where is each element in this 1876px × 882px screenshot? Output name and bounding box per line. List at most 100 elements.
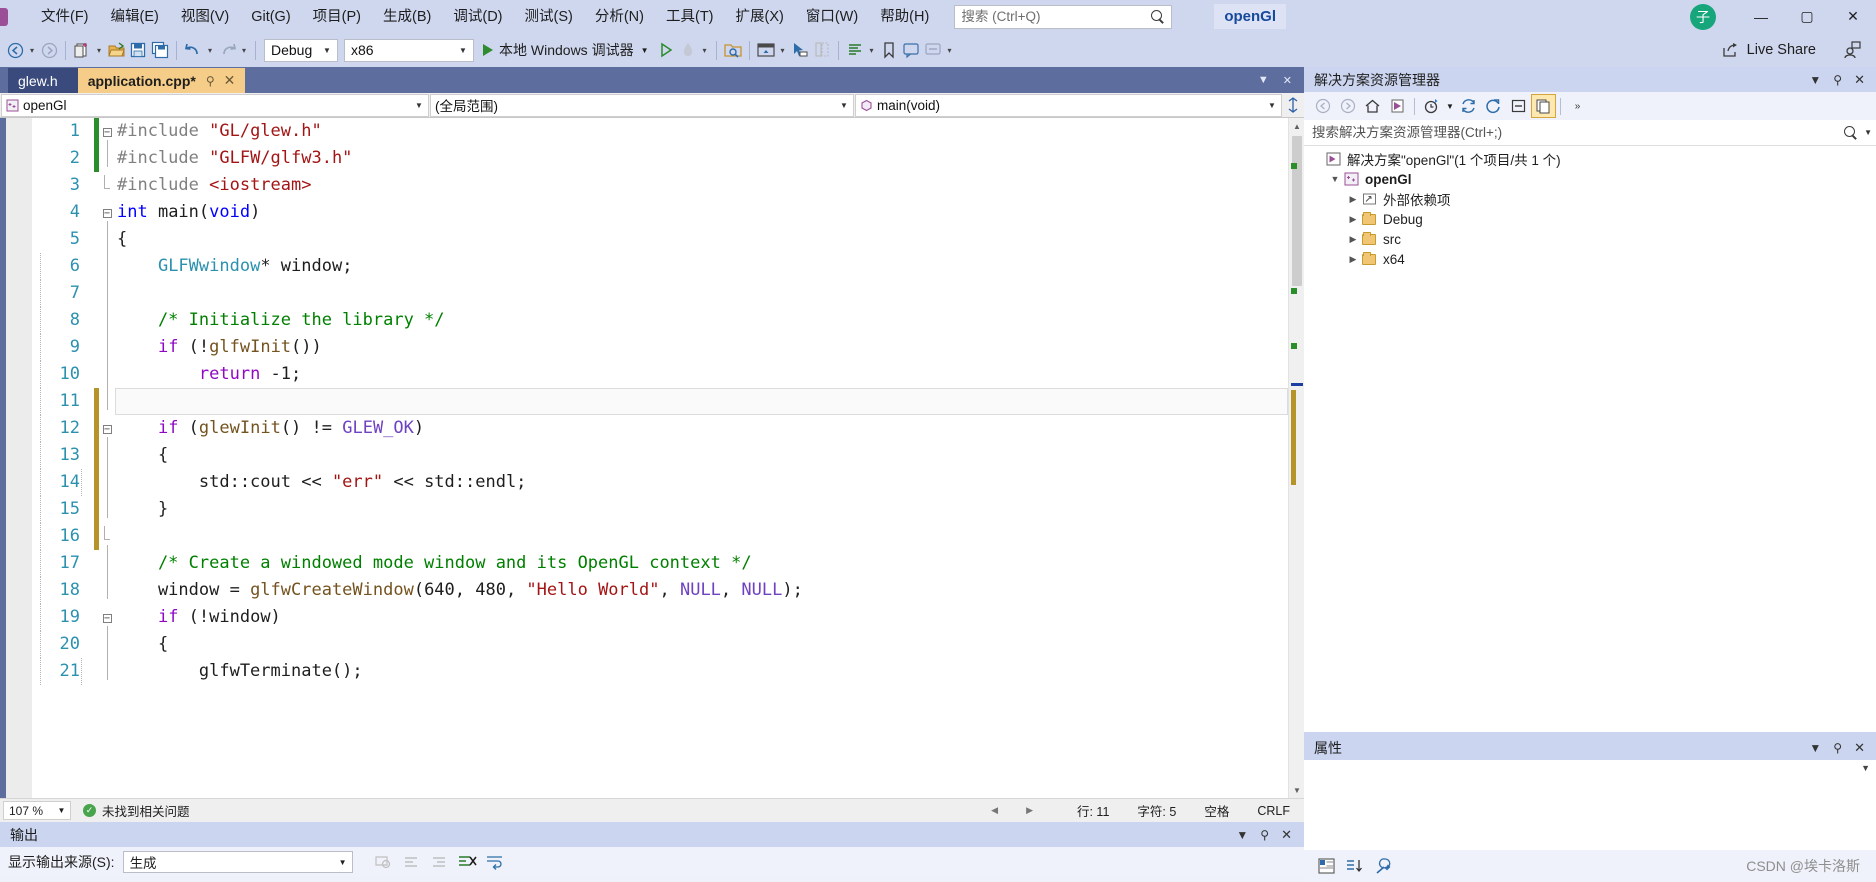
close-icon[interactable]: ✕ [1848, 72, 1871, 88]
menu-item-4[interactable]: 项目(P) [302, 3, 372, 31]
menu-item-6[interactable]: 调试(D) [442, 3, 513, 31]
show-all-files-icon[interactable] [1531, 94, 1556, 118]
editor-vertical-scrollbar[interactable]: ▲ ▼ [1288, 118, 1304, 798]
collapse-all-icon[interactable] [1506, 94, 1531, 118]
open-folder-search-icon[interactable] [722, 38, 744, 62]
hscroll-right-icon[interactable]: ▶ [1012, 805, 1063, 816]
toggle-word-wrap-icon[interactable] [481, 850, 509, 874]
code-line[interactable]: 14 std::cout << "err" << std::endl; [32, 464, 1288, 496]
go-to-next-icon[interactable] [425, 850, 453, 874]
scroll-up-icon[interactable]: ▲ [1289, 118, 1304, 134]
tree-item-solution[interactable]: 解决方案"openGl"(1 个项目/共 1 个) [1304, 149, 1876, 169]
panel-menu-icon[interactable]: ▼ [1803, 741, 1827, 755]
menu-item-11[interactable]: 窗口(W) [795, 3, 869, 31]
code-text-region[interactable]: 1− #include "GL/glew.h" 2 #include "GLFW/gl… [32, 118, 1288, 798]
menu-item-8[interactable]: 分析(N) [584, 3, 655, 31]
hot-reload-icon[interactable] [677, 38, 699, 62]
uncomment-icon[interactable] [922, 38, 944, 62]
comment-icon[interactable] [900, 38, 922, 62]
window-layout-icon[interactable] [755, 38, 777, 62]
menu-item-0[interactable]: 文件(F) [30, 3, 100, 31]
solution-tree[interactable]: 解决方案"openGl"(1 个项目/共 1 个) ▼ openGl ▶ 外部依赖项 ▶ D… [1304, 146, 1876, 732]
home-icon[interactable] [1360, 94, 1385, 118]
sync-icon[interactable] [1456, 94, 1481, 118]
window-layout-dropdown-icon[interactable]: ▾ [777, 38, 789, 62]
redo-icon[interactable] [216, 38, 238, 62]
pin-icon[interactable]: ⚲ [1254, 828, 1275, 842]
pin-icon[interactable]: ⚲ [1827, 73, 1848, 87]
code-line[interactable]: 16 [32, 523, 1288, 550]
scroll-down-icon[interactable]: ▼ [1289, 782, 1304, 798]
menu-item-7[interactable]: 测试(S) [514, 3, 584, 31]
solution-configuration-combo[interactable]: Debug ▼ [264, 38, 338, 62]
code-line[interactable]: 18 window = glfwCreateWindow (640, 480, "… [32, 572, 1288, 604]
zoom-level-combo[interactable]: 107 % ▼ [3, 801, 71, 820]
solution-platform-combo[interactable]: x86 ▼ [344, 38, 474, 62]
close-group-icon[interactable]: ✕ [1276, 74, 1299, 87]
find-message-icon[interactable] [369, 850, 397, 874]
properties-object-row[interactable]: ▼ [1304, 760, 1876, 850]
menu-item-9[interactable]: 工具(T) [655, 3, 725, 31]
pin-icon[interactable]: ⚲ [206, 74, 215, 88]
tree-item-dependencies[interactable]: ▶ 外部依赖项 [1304, 189, 1876, 209]
pin-icon[interactable]: ⚲ [1827, 741, 1848, 755]
document-tab-1[interactable]: application.cpp* ⚲ ✕ [77, 68, 246, 93]
tree-item-folder[interactable]: ▶ src [1304, 229, 1876, 249]
code-line[interactable]: 2 #include "GLFW/glfw3.h" [32, 140, 1288, 172]
solution-explorer-search-box[interactable]: ▼ [1304, 120, 1876, 146]
bookmark-icon[interactable] [878, 38, 900, 62]
pending-changes-dropdown-icon[interactable]: ▼ [1444, 94, 1456, 118]
navigate-back-icon[interactable] [4, 38, 26, 62]
close-button[interactable]: ✕ [1830, 0, 1876, 33]
code-line[interactable]: 1− #include "GL/glew.h" [32, 118, 1288, 145]
hscroll-left-icon[interactable]: ◀ [977, 805, 1012, 816]
expander-collapsed-icon[interactable]: ▶ [1346, 234, 1360, 245]
properties-wrench-icon[interactable] [1368, 853, 1396, 879]
code-line[interactable]: 20 { [32, 626, 1288, 658]
undo-icon[interactable] [182, 38, 204, 62]
minimize-button[interactable]: — [1738, 0, 1784, 33]
toolbar-overflow-icon[interactable]: » [1565, 94, 1590, 118]
undo-dropdown-icon[interactable]: ▾ [204, 38, 216, 62]
close-icon[interactable]: ✕ [224, 72, 236, 89]
forward-icon[interactable] [1335, 94, 1360, 118]
expander-collapsed-icon[interactable]: ▶ [1346, 194, 1360, 205]
search-input[interactable] [961, 9, 1152, 24]
code-line[interactable]: 21 glfwTerminate(); [32, 653, 1288, 685]
code-line[interactable]: 17 /* Create a windowed mode window and … [32, 545, 1288, 577]
text-lines-icon[interactable] [844, 38, 866, 62]
navbar-member-combo[interactable]: main(void) ▼ [855, 93, 1282, 117]
menu-item-1[interactable]: 编辑(E) [100, 3, 170, 31]
pending-changes-icon[interactable] [1419, 94, 1444, 118]
start-without-debugging-icon[interactable] [655, 38, 677, 62]
menu-item-3[interactable]: Git(G) [240, 3, 301, 31]
code-line[interactable]: 8 /* Initialize the library */ [32, 302, 1288, 334]
code-line[interactable]: 15 } [32, 491, 1288, 523]
categorized-view-icon[interactable] [1312, 853, 1340, 879]
copy-styles-icon[interactable] [811, 38, 833, 62]
menu-item-2[interactable]: 视图(V) [170, 3, 240, 31]
navigate-back-dropdown-icon[interactable]: ▾ [26, 38, 38, 62]
new-project-dropdown-icon[interactable]: ▾ [93, 38, 105, 62]
navbar-scope-combo[interactable]: (全局范围) ▼ [430, 93, 854, 117]
code-line[interactable]: 10 return -1; [32, 356, 1288, 388]
menu-item-10[interactable]: 扩展(X) [725, 3, 795, 31]
code-line[interactable]: 12− if (glewInit() != GLEW_OK) [32, 415, 1288, 442]
code-line[interactable]: 6 GLFWwindow * window; [32, 248, 1288, 280]
code-editor[interactable]: 1− #include "GL/glew.h" 2 #include "GLFW/gl… [0, 118, 1304, 798]
close-icon[interactable]: ✕ [1275, 827, 1298, 843]
text-lines-dropdown-icon[interactable]: ▾ [866, 38, 878, 62]
output-source-combo[interactable]: 生成 ▼ [122, 851, 353, 873]
maximize-button[interactable]: ▢ [1784, 0, 1830, 33]
close-icon[interactable]: ✕ [1848, 740, 1871, 756]
solution-view-icon[interactable] [1385, 94, 1410, 118]
scrollbar-thumb[interactable] [1292, 136, 1302, 286]
expander-collapsed-icon[interactable]: ▶ [1346, 254, 1360, 265]
code-line[interactable]: 4− int main(void) [32, 199, 1288, 226]
toolbar-overflow-icon[interactable]: ▾ [944, 38, 956, 62]
go-to-previous-icon[interactable] [397, 850, 425, 874]
code-line[interactable]: 11 [32, 383, 1288, 415]
tree-item-folder[interactable]: ▶ Debug [1304, 209, 1876, 229]
chevron-down-icon[interactable]: ▼ [1861, 763, 1870, 773]
tab-list-dropdown-icon[interactable]: ▼ [1251, 74, 1276, 86]
